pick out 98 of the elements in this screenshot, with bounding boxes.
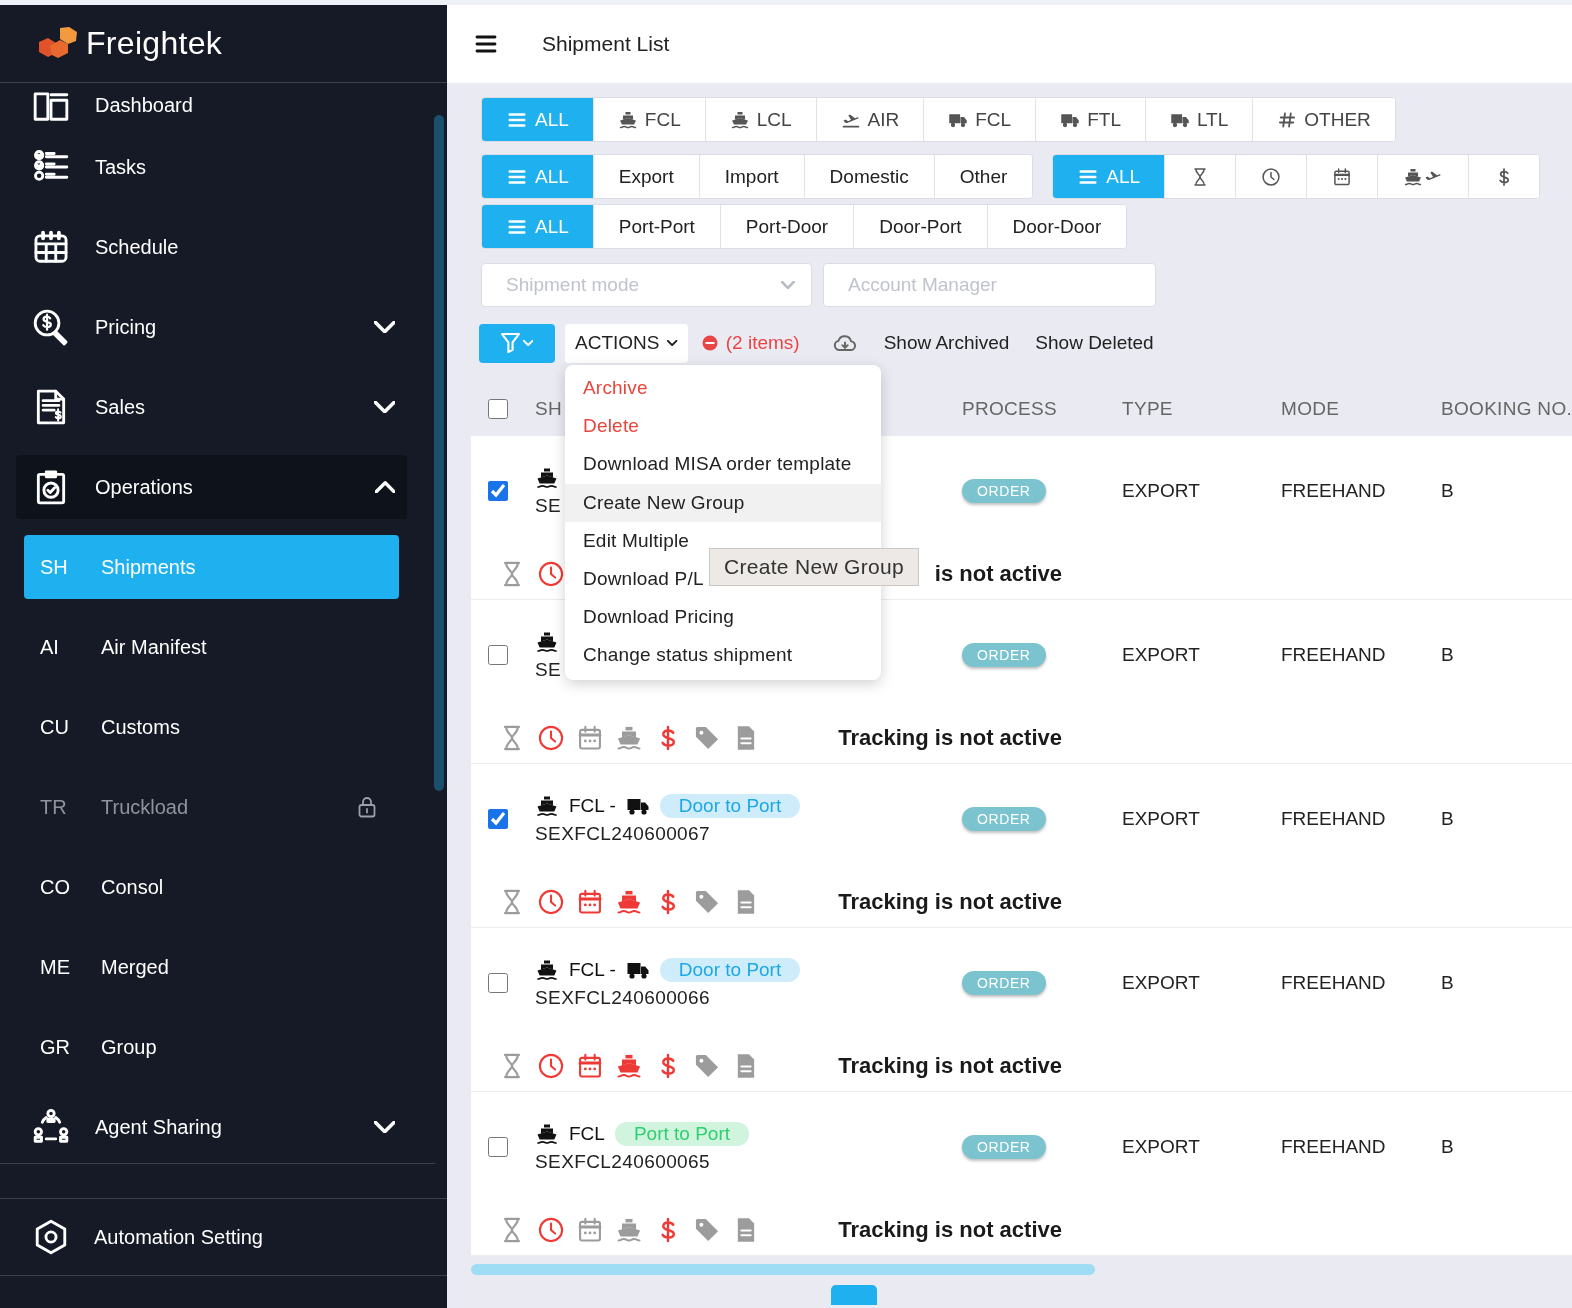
process-badge: ORDER bbox=[962, 1135, 1046, 1159]
process-badge: ORDER bbox=[962, 643, 1046, 667]
filter-tab[interactable] bbox=[1468, 155, 1540, 198]
table-cell: FREEHAND bbox=[1281, 808, 1386, 829]
menu-item[interactable]: Delete bbox=[565, 407, 881, 446]
ship-icon bbox=[617, 109, 638, 130]
table-cell: FREEHAND bbox=[1281, 480, 1386, 501]
tooltip: Create New Group bbox=[709, 548, 919, 586]
ship-icon bbox=[535, 794, 559, 818]
table-cell: EXPORT bbox=[1122, 972, 1200, 993]
sidebar-item[interactable]: GR Group bbox=[24, 1015, 399, 1079]
table-cell: B bbox=[1441, 808, 1454, 829]
menu-item[interactable]: Archive bbox=[565, 369, 881, 408]
filter-tab[interactable]: OTHER bbox=[1252, 98, 1395, 141]
caret-icon bbox=[522, 340, 534, 346]
row-checkbox[interactable] bbox=[488, 809, 508, 829]
sidebar-item[interactable]: Schedule bbox=[16, 215, 407, 279]
ship-icon bbox=[729, 109, 750, 130]
menu-item[interactable]: Download MISA order template bbox=[565, 445, 881, 484]
table-cell: FREEHAND bbox=[1281, 1136, 1386, 1157]
ship-icon bbox=[535, 630, 559, 654]
sidebar-item[interactable]: Sales bbox=[16, 375, 407, 439]
account-manager-field[interactable]: Account Manager bbox=[823, 263, 1156, 307]
hash-icon bbox=[1277, 109, 1298, 130]
table-cell: B bbox=[1441, 480, 1454, 501]
mode-text: FCL - bbox=[569, 795, 616, 817]
column-header: BOOKING NO. bbox=[1441, 397, 1572, 419]
filter-button[interactable] bbox=[479, 323, 555, 363]
sidebar-item[interactable]: AI Air Manifest bbox=[24, 615, 399, 679]
table-cell: EXPORT bbox=[1122, 480, 1200, 501]
column-header: PROCESS bbox=[962, 397, 1057, 419]
calendar-icon bbox=[32, 228, 70, 266]
select-all-checkbox[interactable] bbox=[488, 398, 508, 419]
page-title: Shipment List bbox=[542, 32, 670, 56]
filter-tab[interactable]: Other bbox=[933, 155, 1033, 198]
filter-tab[interactable]: Door-Door bbox=[986, 205, 1127, 248]
process-badge: ORDER bbox=[962, 479, 1046, 503]
clock-icon bbox=[1261, 166, 1282, 187]
shipment-code: SE bbox=[535, 658, 562, 681]
row-checkbox[interactable] bbox=[488, 973, 508, 993]
filter-link[interactable]: Show Deleted bbox=[1035, 332, 1154, 354]
sidebar-item[interactable]: Pricing bbox=[16, 295, 407, 359]
actions-button[interactable]: ACTIONS bbox=[565, 323, 688, 363]
table-cell: FREEHAND bbox=[1281, 972, 1386, 993]
caret-icon bbox=[781, 281, 795, 289]
shipment-code: SEXFCL240600067 bbox=[535, 822, 710, 845]
table-cell: B bbox=[1441, 972, 1454, 993]
column-header: SH bbox=[535, 397, 562, 419]
selection-count: (2 items) bbox=[725, 332, 800, 354]
sidebar-item[interactable]: Agent Sharing bbox=[16, 1095, 407, 1159]
row-checkbox[interactable] bbox=[488, 1137, 508, 1157]
row-checkbox[interactable] bbox=[488, 645, 508, 665]
ship-icon bbox=[535, 958, 559, 982]
table-cell: EXPORT bbox=[1122, 808, 1200, 829]
tracking-status: Tracking is not active bbox=[838, 889, 1062, 914]
tracking-status: is not active bbox=[934, 561, 1062, 586]
menu-item[interactable]: Download Pricing bbox=[565, 598, 881, 637]
shipment-code: SEXFCL240600066 bbox=[535, 986, 710, 1009]
table-cell: EXPORT bbox=[1122, 644, 1200, 665]
ship-icon bbox=[535, 1122, 559, 1146]
table-cell: FREEHAND bbox=[1281, 644, 1386, 665]
sidebar-item[interactable]: Operations bbox=[16, 455, 407, 519]
table-cell: B bbox=[1441, 644, 1454, 665]
filter-link[interactable]: Show Archived bbox=[883, 332, 1010, 354]
sidebar-item[interactable]: ME Merged bbox=[24, 935, 399, 999]
tracking-status: Tracking is not active bbox=[838, 1217, 1062, 1242]
caret-icon bbox=[667, 340, 678, 346]
sidebar-item[interactable]: CU Customs bbox=[24, 695, 399, 759]
column-header: TYPE bbox=[1122, 397, 1173, 419]
service-tag: Port to Port bbox=[614, 1122, 749, 1146]
shipment-code: SE bbox=[535, 494, 562, 517]
funnel-icon bbox=[500, 333, 520, 353]
table-cell: EXPORT bbox=[1122, 1136, 1200, 1157]
tracking-status: Tracking is not active bbox=[838, 1053, 1062, 1078]
column-header: MODE bbox=[1281, 397, 1340, 419]
magnifier-dollar-icon bbox=[32, 308, 70, 346]
brand-name: Freightek bbox=[86, 25, 223, 62]
people-circle-icon bbox=[32, 1108, 70, 1146]
shipment-code: SEXFCL240600065 bbox=[535, 1150, 710, 1173]
process-badge: ORDER bbox=[962, 807, 1046, 831]
service-tag: Door to Port bbox=[659, 794, 801, 818]
scrollbar[interactable] bbox=[471, 1264, 1095, 1275]
row-checkbox[interactable] bbox=[488, 481, 508, 501]
sidebar-item[interactable]: CO Consol bbox=[24, 855, 399, 919]
scrollbar[interactable] bbox=[434, 115, 444, 791]
table-cell: B bbox=[1441, 1136, 1454, 1157]
menu-item[interactable]: Change status shipment bbox=[565, 636, 881, 675]
mode-text: FCL - bbox=[569, 959, 616, 981]
calendar-icon bbox=[1332, 166, 1353, 187]
sidebar-item[interactable]: Tasks bbox=[16, 135, 407, 199]
tracking-status: Tracking is not active bbox=[838, 725, 1062, 750]
mode-text: FCL bbox=[569, 1123, 605, 1145]
menu-item[interactable]: Create New Group bbox=[565, 483, 881, 522]
ship-icon bbox=[535, 466, 559, 490]
sidebar-item[interactable]: Automation Setting bbox=[0, 1199, 447, 1276]
process-badge: ORDER bbox=[962, 971, 1046, 995]
sidebar-item[interactable]: Dashboard bbox=[16, 83, 407, 127]
service-tag: Door to Port bbox=[659, 958, 801, 982]
